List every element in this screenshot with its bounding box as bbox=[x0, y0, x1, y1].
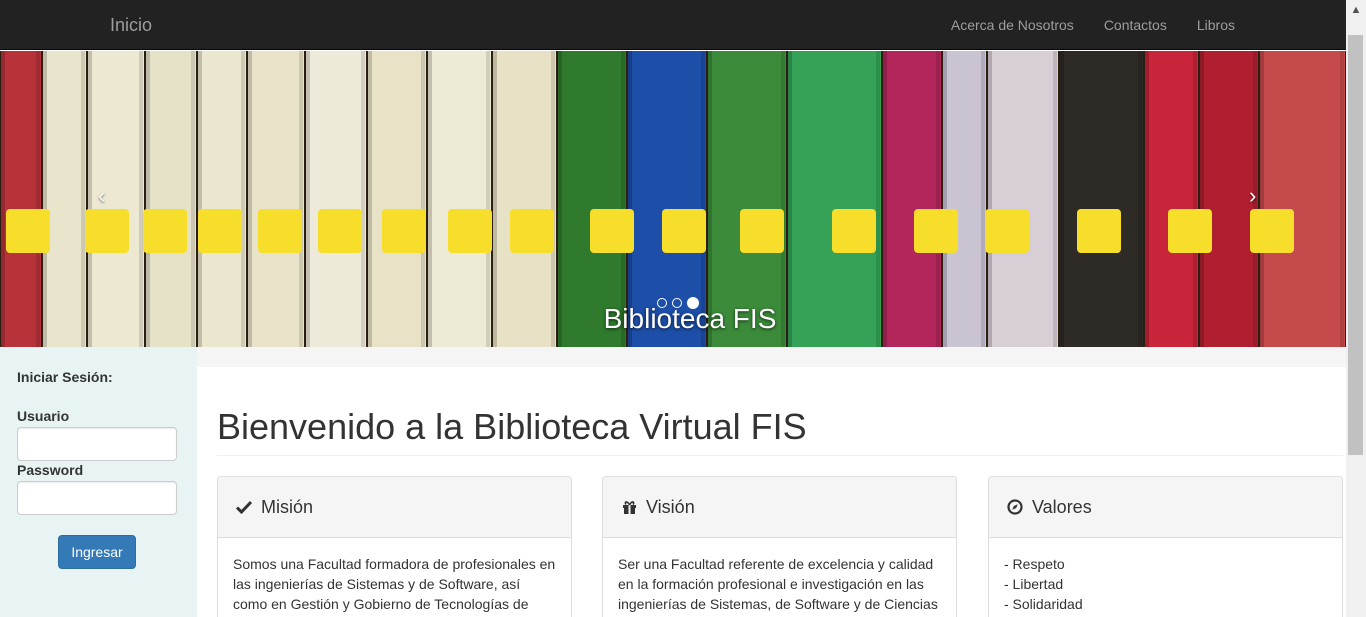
scroll-up-arrow-icon[interactable]: ▲ bbox=[1346, 0, 1366, 20]
nav-brand-inicio[interactable]: Inicio bbox=[110, 15, 152, 35]
panel-title-mision: Misión bbox=[261, 496, 314, 517]
check-icon bbox=[235, 498, 253, 516]
value-item: - Respeto bbox=[1004, 556, 1065, 572]
value-item: - Solidaridad bbox=[1004, 596, 1083, 612]
page-scrollbar[interactable]: ▲ bbox=[1346, 0, 1366, 617]
password-label: Password bbox=[17, 462, 84, 478]
hero-carousel: ‹ › Biblioteca FIS bbox=[0, 51, 1346, 347]
nav-links: Acerca de Nosotros Contactos Libros bbox=[936, 0, 1250, 50]
panel-title-valores: Valores bbox=[1032, 496, 1092, 517]
compass-icon bbox=[1006, 498, 1024, 516]
panel-title-vision: Visión bbox=[646, 496, 695, 517]
nav-link-acerca[interactable]: Acerca de Nosotros bbox=[936, 0, 1089, 50]
value-item: - Libertad bbox=[1004, 576, 1064, 592]
carousel-indicator-2[interactable] bbox=[672, 298, 682, 308]
password-input[interactable] bbox=[17, 481, 177, 515]
username-label: Usuario bbox=[17, 408, 70, 424]
panel-body-vision: Ser una Facultad referente de excelencia… bbox=[618, 556, 938, 612]
login-sidebar: Iniciar Sesión: Usuario Password Ingresa… bbox=[0, 347, 197, 617]
page-title: Bienvenido a la Biblioteca Virtual FIS bbox=[217, 406, 807, 447]
panel-body-valores: - Respeto - Libertad - Solidaridad bbox=[989, 538, 1342, 617]
panel-heading-valores: Valores bbox=[989, 477, 1342, 538]
carousel-indicators bbox=[657, 297, 699, 309]
gift-icon bbox=[620, 498, 638, 516]
scrollbar-thumb[interactable] bbox=[1348, 35, 1363, 455]
nav-link-contactos[interactable]: Contactos bbox=[1089, 0, 1182, 50]
panel-heading-vision: Visión bbox=[603, 477, 956, 538]
nav-link-libros[interactable]: Libros bbox=[1182, 0, 1250, 50]
carousel-indicator-1[interactable] bbox=[657, 298, 667, 308]
panel-body-mision: Somos una Facultad formadora de profesio… bbox=[233, 556, 556, 612]
main-top-strip bbox=[197, 347, 1346, 367]
carousel-prev-control[interactable]: ‹ bbox=[98, 185, 105, 207]
title-divider bbox=[217, 455, 1343, 456]
panel-valores: Valores - Respeto - Libertad - Solidarid… bbox=[988, 476, 1343, 617]
login-title: Iniciar Sesión: bbox=[17, 369, 113, 385]
panel-heading-mision: Misión bbox=[218, 477, 571, 538]
username-input[interactable] bbox=[17, 427, 177, 461]
panel-vision: Visión Ser una Facultad referente de exc… bbox=[602, 476, 957, 617]
login-button[interactable]: Ingresar bbox=[58, 535, 136, 569]
carousel-indicator-3[interactable] bbox=[687, 297, 699, 309]
main-content: Bienvenido a la Biblioteca Virtual FIS M… bbox=[197, 367, 1346, 617]
carousel-next-control[interactable]: › bbox=[1249, 185, 1256, 207]
top-navbar: Inicio Acerca de Nosotros Contactos Libr… bbox=[0, 0, 1346, 50]
panel-mision: Misión Somos una Facultad formadora de p… bbox=[217, 476, 572, 617]
